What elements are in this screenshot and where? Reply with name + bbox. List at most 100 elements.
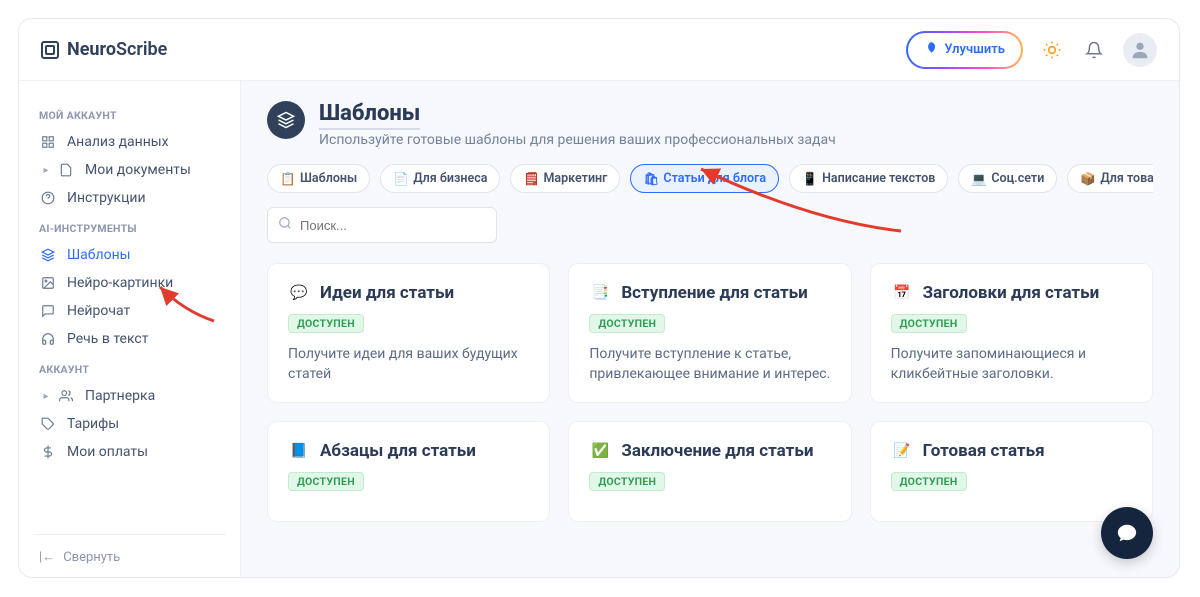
brand-text-1: Neuro — [67, 39, 116, 60]
upgrade-label: Улучшить — [944, 42, 1005, 57]
sidebar-item-label: Нейро-картинки — [67, 275, 173, 291]
pill-blog[interactable]: 🛍Статьи для блога — [630, 164, 779, 193]
layers-icon — [39, 248, 57, 262]
sidebar-item-label: Мои оплаты — [67, 444, 148, 460]
sidebar-item-chat[interactable]: Нейрочат — [33, 297, 226, 325]
content: Шаблоны Используйте готовые шаблоны для … — [241, 81, 1179, 577]
theme-toggle[interactable] — [1039, 37, 1065, 63]
topbar-actions: Улучшить — [906, 31, 1157, 69]
bag-icon: 🛍 — [643, 172, 657, 186]
sidebar-item-templates[interactable]: Шаблоны — [33, 241, 226, 269]
users-icon — [57, 389, 75, 403]
sidebar-item-partner[interactable]: ▸ Партнерка — [33, 382, 226, 410]
main-area: МОЙ АККАУНТ Анализ данных ▸ Мои документ… — [19, 81, 1179, 577]
status-badge: ДОСТУПЕН — [891, 472, 967, 491]
sidebar: МОЙ АККАУНТ Анализ данных ▸ Мои документ… — [19, 81, 241, 577]
chat-icon — [39, 304, 57, 318]
sidebar-item-images[interactable]: Нейро-картинки — [33, 269, 226, 297]
sidebar-collapse[interactable]: |← Свернуть — [33, 534, 226, 567]
document-icon — [57, 163, 75, 177]
notifications-button[interactable] — [1081, 37, 1107, 63]
page-title: Шаблоны — [319, 101, 420, 130]
dollar-icon — [39, 445, 57, 459]
grid-icon — [39, 135, 57, 149]
check-icon: ✅ — [589, 440, 611, 462]
chevron-right-icon: ▸ — [37, 165, 55, 176]
upgrade-button-wrap: Улучшить — [906, 31, 1023, 69]
pill-products[interactable]: 📦Для товаров — [1067, 164, 1153, 193]
status-badge: ДОСТУПЕН — [288, 314, 364, 333]
collapse-label: Свернуть — [63, 550, 120, 565]
headphones-icon — [39, 332, 57, 346]
laptop-icon: 💻 — [971, 172, 985, 186]
topbar: NeuroScribe Улучшить — [19, 19, 1179, 81]
logo-icon — [41, 41, 59, 59]
search-box[interactable] — [267, 207, 497, 243]
image-icon — [39, 276, 57, 290]
page-header: Шаблоны Используйте готовые шаблоны для … — [267, 101, 1153, 148]
tag-icon — [39, 417, 57, 431]
brand-logo[interactable]: NeuroScribe — [41, 39, 167, 60]
calendar-icon: 📅 — [891, 282, 913, 304]
sidebar-section-ai: AI-ИНСТРУМЕНТЫ — [39, 222, 220, 235]
card-headlines[interactable]: 📅 Заголовки для статьи ДОСТУПЕН Получите… — [870, 263, 1153, 403]
sidebar-item-label: Инструкции — [67, 190, 146, 206]
card-title: Заключение для статьи — [621, 441, 813, 461]
note-icon: 📝 — [891, 440, 913, 462]
pill-writing[interactable]: 📱Написание текстов — [789, 164, 948, 193]
status-badge: ДОСТУПЕН — [589, 314, 665, 333]
sidebar-section-account: МОЙ АККАУНТ — [39, 109, 220, 122]
avatar[interactable] — [1123, 33, 1157, 67]
card-title: Вступление для статьи — [621, 283, 807, 303]
sidebar-item-label: Партнерка — [85, 388, 155, 404]
sidebar-item-instructions[interactable]: Инструкции — [33, 184, 226, 212]
book-icon: 📘 — [288, 440, 310, 462]
chevron-right-icon: ▸ — [37, 391, 55, 402]
sidebar-item-speech[interactable]: Речь в текст — [33, 325, 226, 353]
card-conclusion[interactable]: ✅ Заключение для статьи ДОСТУПЕН — [568, 421, 851, 522]
sidebar-item-analytics[interactable]: Анализ данных — [33, 128, 226, 156]
status-badge: ДОСТУПЕН — [891, 314, 967, 333]
pill-marketing[interactable]: 🗒Маркетинг — [510, 164, 620, 193]
chat-fab[interactable] — [1101, 507, 1153, 559]
card-desc: Получите идеи для ваших будущих статей — [288, 345, 529, 384]
pill-templates[interactable]: 📋Шаблоны — [267, 164, 370, 193]
sidebar-item-label: Нейрочат — [67, 303, 130, 319]
sidebar-item-label: Мои документы — [85, 162, 191, 178]
status-badge: ДОСТУПЕН — [589, 472, 665, 491]
card-desc: Получите вступление к статье, привлекающ… — [589, 345, 830, 384]
sidebar-item-label: Речь в текст — [67, 331, 148, 347]
cards-grid: 💬 Идеи для статьи ДОСТУПЕН Получите идеи… — [267, 263, 1153, 522]
card-paragraphs[interactable]: 📘 Абзацы для статьи ДОСТУПЕН — [267, 421, 550, 522]
upgrade-button[interactable]: Улучшить — [908, 33, 1021, 67]
briefcase-icon: 📄 — [393, 172, 407, 186]
lines-icon: 📑 — [589, 282, 611, 304]
sidebar-item-documents[interactable]: ▸ Мои документы — [33, 156, 226, 184]
card-title: Идеи для статьи — [320, 283, 454, 303]
card-title: Заголовки для статьи — [923, 283, 1100, 303]
search-input[interactable] — [300, 218, 486, 233]
layers-circle-icon — [267, 101, 305, 139]
card-intro[interactable]: 📑 Вступление для статьи ДОСТУПЕН Получит… — [568, 263, 851, 403]
sidebar-item-tariffs[interactable]: Тарифы — [33, 410, 226, 438]
pill-business[interactable]: 📄Для бизнеса — [380, 164, 500, 193]
clipboard-icon: 📋 — [280, 172, 294, 186]
page-subtitle: Используйте готовые шаблоны для решения … — [319, 132, 836, 148]
sidebar-item-label: Анализ данных — [67, 134, 169, 150]
card-title: Готовая статья — [923, 441, 1045, 461]
sidebar-item-payments[interactable]: Мои оплаты — [33, 438, 226, 466]
sidebar-item-label: Шаблоны — [67, 247, 131, 263]
phone-icon: 📱 — [802, 172, 816, 186]
app-shell: NeuroScribe Улучшить — [18, 18, 1180, 578]
collapse-icon: |← — [39, 549, 55, 565]
card-ideas[interactable]: 💬 Идеи для статьи ДОСТУПЕН Получите идеи… — [267, 263, 550, 403]
card-desc: Получите запоминающиеся и кликбейтные за… — [891, 345, 1132, 384]
pill-social[interactable]: 💻Соц.сети — [958, 164, 1057, 193]
filter-pills: 📋Шаблоны 📄Для бизнеса 🗒Маркетинг 🛍Статьи… — [267, 164, 1153, 193]
rocket-icon — [924, 41, 938, 59]
brand-text-2: Scribe — [116, 39, 167, 60]
card-full-article[interactable]: 📝 Готовая статья ДОСТУПЕН — [870, 421, 1153, 522]
search-icon — [278, 216, 292, 234]
help-icon — [39, 191, 57, 205]
comment-icon: 💬 — [288, 282, 310, 304]
